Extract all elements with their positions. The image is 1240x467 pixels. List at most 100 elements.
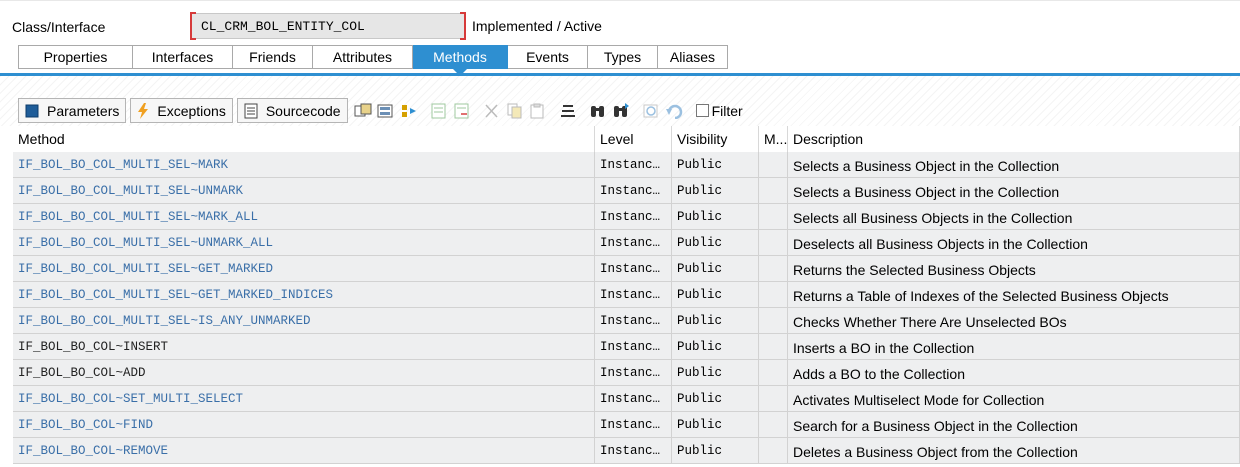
modeled-cell — [759, 204, 788, 230]
method-cell[interactable]: IF_BOL_BO_COL_MULTI_SEL~GET_MARKED_INDIC… — [13, 282, 595, 308]
tab-aliases[interactable]: Aliases — [658, 45, 728, 69]
class-status: Implemented / Active — [472, 18, 602, 34]
modeled-cell — [759, 412, 788, 438]
table-row[interactable]: IF_BOL_BO_COL~ADD Instanc… Public Adds a BO… — [13, 360, 1240, 386]
where-used-icon[interactable] — [352, 100, 374, 122]
table-row[interactable]: IF_BOL_BO_COL~REMOVE Instanc… Public Delete… — [13, 438, 1240, 464]
class-header: Class/Interface CL_CRM_BOL_ENTITY_COL Im… — [0, 0, 1240, 43]
tab-properties[interactable]: Properties — [18, 45, 133, 69]
display-object-list-icon[interactable] — [375, 100, 397, 122]
class-name-field[interactable]: CL_CRM_BOL_ENTITY_COL — [190, 12, 466, 40]
table-row[interactable]: IF_BOL_BO_COL_MULTI_SEL~UNMARK_ALL Instan… — [13, 230, 1240, 256]
tab-events[interactable]: Events — [508, 45, 588, 69]
sourcecode-button[interactable]: Sourcecode — [236, 98, 348, 123]
paste-icon[interactable] — [527, 100, 549, 122]
description-cell: Inserts a BO in the Collection — [788, 334, 1240, 360]
modeled-cell — [759, 178, 788, 204]
description-cell: Selects a Business Object in the Collect… — [788, 152, 1240, 178]
method-cell[interactable]: IF_BOL_BO_COL_MULTI_SEL~GET_MARKED — [13, 256, 595, 282]
copy-icon[interactable] — [504, 100, 526, 122]
modeled-cell — [759, 386, 788, 412]
column-header-level[interactable]: Level — [595, 126, 672, 152]
modeled-cell — [759, 360, 788, 386]
table-row[interactable]: IF_BOL_BO_COL_MULTI_SEL~IS_ANY_UNMARKED I… — [13, 308, 1240, 334]
modeled-cell — [759, 334, 788, 360]
grid-header-row: Method Level Visibility M... Description — [13, 126, 1240, 152]
column-header-modeled[interactable]: M... — [759, 126, 788, 152]
method-cell[interactable]: IF_BOL_BO_COL~ADD — [13, 360, 595, 386]
table-row[interactable]: IF_BOL_BO_COL_MULTI_SEL~GET_MARKED_INDIC… — [13, 282, 1240, 308]
filter-label: Filter — [711, 102, 743, 119]
class-name-value: CL_CRM_BOL_ENTITY_COL — [201, 19, 365, 34]
description-cell: Deselects all Business Objects in the Co… — [788, 230, 1240, 256]
description-cell: Selects all Business Objects in the Coll… — [788, 204, 1240, 230]
undo-icon[interactable] — [663, 100, 685, 122]
visibility-cell: Public — [672, 360, 759, 386]
parameters-label: Parameters — [47, 102, 120, 119]
visibility-cell: Public — [672, 386, 759, 412]
disabled-icon[interactable] — [640, 100, 662, 122]
navigate-icon[interactable] — [398, 100, 420, 122]
description-cell: Search for a Business Object in the Coll… — [788, 412, 1240, 438]
visibility-cell: Public — [672, 256, 759, 282]
visibility-cell: Public — [672, 152, 759, 178]
visibility-cell: Public — [672, 438, 759, 464]
tab-attributes[interactable]: Attributes — [313, 45, 413, 69]
method-cell[interactable]: IF_BOL_BO_COL~INSERT — [13, 334, 595, 360]
modeled-cell — [759, 282, 788, 308]
table-row[interactable]: IF_BOL_BO_COL~FIND Instanc… Public Search f… — [13, 412, 1240, 438]
description-cell: Selects a Business Object in the Collect… — [788, 178, 1240, 204]
level-cell: Instanc… — [595, 412, 672, 438]
visibility-cell: Public — [672, 308, 759, 334]
level-cell: Instanc… — [595, 386, 672, 412]
level-cell: Instanc… — [595, 334, 672, 360]
column-header-method[interactable]: Method — [13, 126, 595, 152]
sourcecode-label: Sourcecode — [265, 102, 341, 119]
column-header-description[interactable]: Description — [788, 126, 1240, 152]
visibility-cell: Public — [672, 178, 759, 204]
table-row[interactable]: IF_BOL_BO_COL_MULTI_SEL~GET_MARKED Instan… — [13, 256, 1240, 282]
method-cell[interactable]: IF_BOL_BO_COL_MULTI_SEL~IS_ANY_UNMARKED — [13, 308, 595, 334]
visibility-cell: Public — [672, 412, 759, 438]
find-next-icon[interactable] — [610, 100, 632, 122]
parameters-button[interactable]: Parameters — [18, 98, 127, 123]
modeled-cell — [759, 152, 788, 178]
modeled-cell — [759, 256, 788, 282]
description-cell: Returns a Table of Indexes of the Select… — [788, 282, 1240, 308]
filter-checkbox-box[interactable] — [695, 104, 709, 117]
table-row[interactable]: IF_BOL_BO_COL_MULTI_SEL~MARK_ALL Instanc…… — [13, 204, 1240, 230]
methods-grid: Method Level Visibility M... Description… — [13, 126, 1240, 464]
method-cell[interactable]: IF_BOL_BO_COL_MULTI_SEL~MARK_ALL — [13, 204, 595, 230]
document-icon — [244, 103, 258, 119]
table-row[interactable]: IF_BOL_BO_COL~INSERT Instanc… Public Insert… — [13, 334, 1240, 360]
cut-icon[interactable] — [481, 100, 503, 122]
exceptions-button[interactable]: Exceptions — [130, 98, 233, 123]
method-cell[interactable]: IF_BOL_BO_COL~FIND — [13, 412, 595, 438]
method-cell[interactable]: IF_BOL_BO_COL_MULTI_SEL~UNMARK — [13, 178, 595, 204]
tab-strip: Properties Interfaces Friends Attributes… — [18, 45, 728, 76]
tab-methods[interactable]: Methods — [413, 45, 508, 76]
lightning-icon — [137, 102, 149, 119]
method-cell[interactable]: IF_BOL_BO_COL_MULTI_SEL~MARK — [13, 152, 595, 178]
visibility-cell: Public — [672, 282, 759, 308]
level-cell: Instanc… — [595, 204, 672, 230]
method-cell[interactable]: IF_BOL_BO_COL~SET_MULTI_SELECT — [13, 386, 595, 412]
find-icon[interactable] — [587, 100, 609, 122]
table-row[interactable]: IF_BOL_BO_COL_MULTI_SEL~MARK Instanc… Publ… — [13, 152, 1240, 178]
insert-row-icon[interactable] — [428, 100, 450, 122]
grid-body: IF_BOL_BO_COL_MULTI_SEL~MARK Instanc… Publ… — [13, 152, 1240, 464]
column-header-visibility[interactable]: Visibility — [672, 126, 759, 152]
method-cell[interactable]: IF_BOL_BO_COL~REMOVE — [13, 438, 595, 464]
level-cell: Instanc… — [595, 178, 672, 204]
table-row[interactable]: IF_BOL_BO_COL~SET_MULTI_SELECT Instanc… Pu… — [13, 386, 1240, 412]
method-cell[interactable]: IF_BOL_BO_COL_MULTI_SEL~UNMARK_ALL — [13, 230, 595, 256]
filter-checkbox[interactable]: Filter — [695, 102, 743, 119]
tab-types[interactable]: Types — [588, 45, 658, 69]
delete-row-icon[interactable] — [451, 100, 473, 122]
align-icon[interactable] — [557, 100, 579, 122]
table-row[interactable]: IF_BOL_BO_COL_MULTI_SEL~UNMARK Instanc… Pu… — [13, 178, 1240, 204]
tab-interfaces[interactable]: Interfaces — [133, 45, 233, 69]
tab-friends[interactable]: Friends — [233, 45, 313, 69]
modeled-cell — [759, 438, 788, 464]
level-cell: Instanc… — [595, 230, 672, 256]
